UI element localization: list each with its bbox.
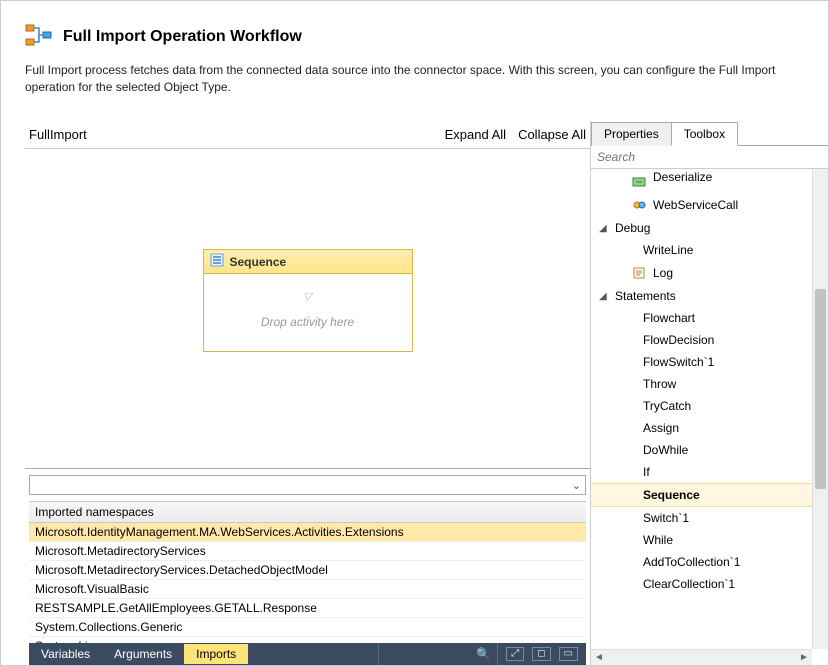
drop-hint: Drop activity here [204,315,412,329]
expand-all-link[interactable]: Expand All [445,127,506,142]
toolbox-item-label: ClearCollection`1 [643,577,735,591]
toolbox-item[interactable]: ClearCollection`1 [591,573,812,595]
toolbox-category[interactable]: ◢ Debug [591,217,812,239]
toolbox-item[interactable]: DoWhile [591,439,812,461]
page-title: Full Import Operation Workflow [63,28,302,46]
toolbox-tree: Deserialize WebServiceCall ◢ Debug WriteLine… [591,169,812,649]
toolbox-category[interactable]: ◢ Statements [591,285,812,307]
toolbox-item-label: TryCatch [643,399,691,413]
namespace-row[interactable]: Microsoft.MetadirectoryServices.Detached… [29,561,586,580]
toolbox-item-label: Switch`1 [643,511,689,525]
toolbox-search-input[interactable] [591,146,828,169]
namespaces-list: Microsoft.IdentityManagement.MA.WebServi… [29,523,586,643]
zoom-icon[interactable]: ⤢ [506,647,524,661]
toolbox-item[interactable]: Flowchart [591,307,812,329]
namespaces-header: Imported namespaces [29,501,586,523]
toolbox-item[interactable]: Log [591,261,812,285]
toolbox-item-label: WriteLine [643,243,693,257]
toolbox-item[interactable]: Switch`1 [591,507,812,529]
collapse-all-link[interactable]: Collapse All [518,127,586,142]
toolbox-item[interactable]: AddToCollection`1 [591,551,812,573]
vertical-scrollbar[interactable] [812,169,828,649]
toolbox-item[interactable]: If [591,461,812,483]
toolbox-item-label: Flowchart [643,311,695,325]
variables-tab[interactable]: Variables [29,644,102,664]
toolbox-item[interactable]: WebServiceCall [591,193,812,217]
toolbox-item[interactable]: TryCatch [591,395,812,417]
toolbox-item-label: Debug [615,221,650,235]
chevron-down-icon: ⌄ [572,479,581,492]
sequence-title: Sequence [230,255,287,269]
expander-icon: ◢ [599,291,609,302]
workflow-icon [25,21,53,52]
toolbox-item-label: Deserialize [653,170,712,184]
sequence-icon [210,253,224,270]
toolbox-item-label: WebServiceCall [653,198,738,212]
toolbox-item[interactable]: Deserialize [591,169,812,193]
page-description: Full Import process fetches data from th… [25,62,804,96]
log-icon [631,265,647,281]
footer-search[interactable]: 🔍 [378,643,498,665]
toolbox-item-label: Throw [643,377,676,391]
toolbox-item[interactable]: FlowDecision [591,329,812,351]
toolbox-item-label: AddToCollection`1 [643,555,740,569]
toolbox-item[interactable]: FlowSwitch`1 [591,351,812,373]
toolbox-item-label: DoWhile [643,443,688,457]
deserialize-icon [631,173,647,189]
horizontal-scrollbar[interactable]: ◄ ► [591,649,812,665]
toolbox-item-label: FlowDecision [643,333,714,347]
namespace-row[interactable]: Microsoft.MetadirectoryServices [29,542,586,561]
minimap-icon[interactable]: ▭ [559,647,578,661]
namespace-row[interactable]: Microsoft.VisualBasic [29,580,586,599]
webservice-icon [631,197,647,213]
namespace-row[interactable]: System.Collections.Generic [29,618,586,637]
scroll-right-icon[interactable]: ► [796,652,812,663]
toolbox-item-label: Assign [643,421,679,435]
toolbox-item[interactable]: Assign [591,417,812,439]
toolbox-item[interactable]: Sequence [591,483,812,507]
workflow-canvas[interactable]: Sequence ▽ Drop activity here [25,149,590,468]
namespace-row[interactable]: RESTSAMPLE.GetAllEmployees.GETALL.Respon… [29,599,586,618]
overview-icon[interactable]: ◻ [532,647,550,661]
toolbox-item-label: Log [653,266,673,280]
tab-toolbox[interactable]: Toolbox [671,122,738,146]
search-icon: 🔍 [476,647,491,661]
toolbox-item-label: FlowSwitch`1 [643,355,714,369]
toolbox-item-label: Sequence [643,488,700,502]
tab-properties[interactable]: Properties [591,122,672,146]
namespace-row[interactable]: Microsoft.IdentityManagement.MA.WebServi… [29,523,586,542]
breadcrumb[interactable]: FullImport [29,127,87,142]
designer-footer: Variables Arguments Imports 🔍 ⤢ ◻ ▭ [29,643,586,665]
expander-icon: ◢ [599,223,609,234]
namespace-combo[interactable]: ⌄ [29,475,586,495]
toolbox-item-label: Statements [615,289,676,303]
imports-tab[interactable]: Imports [184,644,248,664]
drop-arrow-icon: ▽ [204,290,412,303]
toolbox-item[interactable]: Throw [591,373,812,395]
toolbox-item-label: While [643,533,673,547]
toolbox-item[interactable]: WriteLine [591,239,812,261]
sequence-activity[interactable]: Sequence ▽ Drop activity here [203,249,413,352]
arguments-tab[interactable]: Arguments [102,644,184,664]
toolbox-item-label: If [643,465,650,479]
toolbox-item[interactable]: While [591,529,812,551]
scroll-left-icon[interactable]: ◄ [591,652,607,663]
